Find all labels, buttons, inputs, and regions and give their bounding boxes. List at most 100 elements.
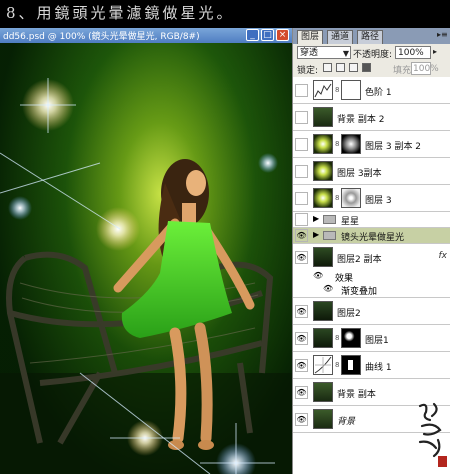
layer-mask-thumbnail[interactable] — [341, 355, 361, 375]
lens-flare-3 — [8, 196, 32, 220]
blend-mode-value: 穿透 — [300, 48, 319, 58]
eye-icon[interactable]: 👁 — [295, 386, 308, 399]
minimize-button[interactable]: _ — [246, 29, 259, 41]
layer-mask-thumbnail[interactable] — [341, 80, 361, 100]
visibility-toggle[interactable] — [295, 84, 308, 97]
layer-group-stars[interactable]: ▶ 星星 — [293, 212, 450, 228]
eye-icon[interactable]: 👁 — [295, 305, 308, 318]
levels-adjustment-icon — [313, 80, 333, 100]
layer-name: 背景 — [337, 417, 356, 427]
link-icon[interactable]: 8 — [335, 334, 339, 342]
layer-row-layer2[interactable]: 👁 图层2 — [293, 298, 450, 325]
link-icon[interactable]: 8 — [335, 140, 339, 148]
lock-move-icon[interactable] — [349, 63, 358, 72]
expand-arrow-icon[interactable]: ▶ — [313, 214, 319, 223]
effects-eye-icon[interactable]: 👁 — [313, 271, 323, 280]
expand-arrow-icon[interactable]: ▶ — [313, 230, 319, 239]
layer-mask-thumbnail[interactable] — [341, 188, 361, 208]
signature-seal — [418, 402, 447, 467]
layer-thumbnail — [313, 382, 333, 402]
folder-icon — [323, 231, 336, 240]
tab-channels[interactable]: 通道 — [327, 30, 354, 44]
layer-row-layer2-copy[interactable]: 👁 图层2 副本 fx — [293, 244, 450, 271]
opacity-input[interactable]: 100% — [395, 46, 431, 59]
folder-icon — [323, 215, 336, 224]
tutorial-step-title: 8、用鏡頭光暈濾鏡做星光。 — [6, 4, 235, 22]
visibility-toggle[interactable] — [295, 213, 308, 226]
eye-icon[interactable]: 👁 — [295, 359, 308, 372]
layer-thumbnail — [313, 161, 333, 181]
opacity-slider-arrow-icon[interactable]: ▸ — [433, 47, 437, 56]
layer-row-bg-copy-2[interactable]: 背景 副本 2 — [293, 104, 450, 131]
layer-name: 图层 3副本 — [337, 169, 382, 179]
tutorial-banner: 8、用鏡頭光暈濾鏡做星光。 — [0, 0, 450, 28]
gradient-overlay-row[interactable]: 👁 渐变叠加 — [293, 284, 450, 298]
gradient-overlay-label: 渐变叠加 — [341, 287, 378, 297]
curves-adjustment-icon — [313, 355, 333, 375]
layer-thumbnail — [313, 328, 333, 348]
lock-paint-icon[interactable] — [336, 63, 345, 72]
eye-icon[interactable]: 👁 — [295, 332, 308, 345]
tab-layers[interactable]: 图层 — [297, 30, 324, 44]
layer-name: 图层2 副本 — [337, 255, 382, 265]
blend-row: 穿透 ▼ 不透明度: 100% ▸ — [293, 44, 450, 60]
tab-paths[interactable]: 路径 — [357, 30, 384, 44]
layer-name: 镜头光晕做星光 — [341, 233, 405, 243]
effects-label: 效果 — [335, 274, 354, 284]
layer-name: 图层1 — [365, 336, 389, 346]
panel-menu-icon[interactable]: ▸≡ — [437, 30, 448, 40]
visibility-toggle[interactable] — [295, 111, 308, 124]
layer-group-lens-flare[interactable]: 👁 ▶ 镜头光晕做星光 — [293, 228, 450, 244]
blend-mode-select[interactable]: 穿透 ▼ — [297, 46, 351, 59]
layer-row-layer3-copy2[interactable]: 8 图层 3 副本 2 — [293, 131, 450, 158]
chevron-down-icon: ▼ — [342, 49, 349, 58]
layer-name: 背景 副本 — [337, 390, 376, 400]
opacity-label: 不透明度: — [353, 50, 393, 60]
fx-icon[interactable]: fx — [439, 251, 448, 261]
lock-all-icon[interactable] — [362, 63, 371, 72]
link-icon[interactable]: 8 — [335, 86, 339, 94]
layer-name: 色阶 1 — [365, 88, 392, 98]
visibility-toggle[interactable] — [295, 165, 308, 178]
layer-thumbnail — [313, 107, 333, 127]
lens-flare-2 — [96, 207, 140, 251]
lock-label: 锁定: — [297, 66, 319, 76]
layer-mask-thumbnail[interactable] — [341, 134, 361, 154]
effects-row[interactable]: 👁 效果 — [293, 271, 450, 284]
fill-input[interactable]: 100% — [411, 62, 439, 75]
layer-mask-thumbnail[interactable] — [341, 328, 361, 348]
eye-icon[interactable]: 👁 — [295, 413, 308, 426]
layer-name: 曲线 1 — [365, 363, 392, 373]
layer-thumbnail — [313, 409, 333, 429]
lock-row: 锁定: 填充: 100% — [293, 60, 450, 76]
layer-thumbnail — [313, 134, 333, 154]
lens-flare-6 — [258, 153, 278, 173]
layer-row-layer3-copy[interactable]: 图层 3副本 — [293, 158, 450, 185]
layer-name: 背景 副本 2 — [337, 115, 385, 125]
layer-name: 图层 3 副本 2 — [365, 142, 422, 152]
layer-row-curves[interactable]: 👁 8 曲线 1 — [293, 352, 450, 379]
photo-artwork — [0, 78, 292, 474]
layer-name: 星星 — [341, 217, 360, 227]
layer-name: 图层2 — [337, 309, 361, 319]
document-title: dd56.psd @ 100% (鏡头光晕做星光, RGB/8#) — [3, 32, 200, 42]
layer-thumbnail — [313, 188, 333, 208]
lock-transparency-icon[interactable] — [323, 63, 332, 72]
maximize-button[interactable]: □ — [261, 29, 274, 41]
layer-name: 图层 3 — [365, 196, 392, 206]
effect-eye-icon[interactable]: 👁 — [323, 284, 333, 293]
panel-tabs: 图层 通道 路径 ▸≡ — [293, 28, 450, 44]
eye-icon[interactable]: 👁 — [295, 229, 308, 242]
close-button[interactable]: × — [276, 29, 289, 41]
eye-icon[interactable]: 👁 — [295, 251, 308, 264]
layer-row-layer3[interactable]: 8 图层 3 — [293, 185, 450, 212]
layer-row-layer1[interactable]: 👁 8 图层1 — [293, 325, 450, 352]
visibility-toggle[interactable] — [295, 138, 308, 151]
layer-thumbnail — [313, 247, 333, 267]
image-canvas[interactable] — [0, 43, 292, 474]
visibility-toggle[interactable] — [295, 192, 308, 205]
layer-row-levels[interactable]: 8 色阶 1 — [293, 77, 450, 104]
document-titlebar[interactable]: dd56.psd @ 100% (鏡头光晕做星光, RGB/8#) _ □ × — [0, 28, 292, 44]
link-icon[interactable]: 8 — [335, 361, 339, 369]
link-icon[interactable]: 8 — [335, 194, 339, 202]
